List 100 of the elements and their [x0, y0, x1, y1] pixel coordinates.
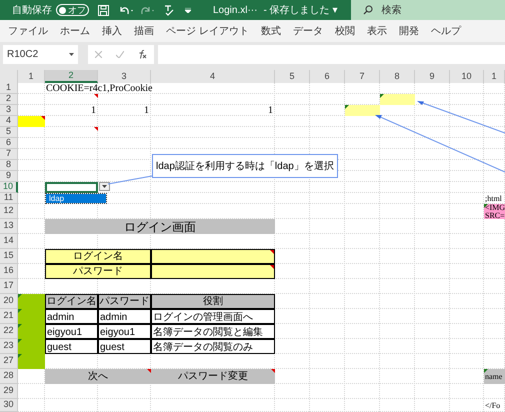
column-header[interactable]: 2: [45, 70, 98, 83]
column-header[interactable]: 10: [450, 70, 484, 83]
ribbon-tab[interactable]: 校閲: [334, 24, 355, 38]
sheet-cell[interactable]: [18, 294, 45, 309]
row-header[interactable]: 1: [0, 83, 18, 94]
column-header[interactable]: 8: [380, 70, 415, 83]
ribbon-tab[interactable]: 表示: [366, 24, 387, 38]
cell-text: name: [485, 372, 502, 380]
ribbon-tab[interactable]: 挿入: [102, 24, 122, 38]
row-header[interactable]: 15: [0, 249, 18, 264]
column-header[interactable]: 7: [345, 70, 380, 83]
check-icon[interactable]: [116, 51, 124, 58]
sheet-cell[interactable]: guest: [98, 339, 151, 354]
ribbon-tab[interactable]: 数式: [260, 24, 281, 38]
sheet-cell[interactable]: ログイン画面: [45, 219, 275, 234]
row-header[interactable]: 29: [0, 384, 18, 399]
ribbon-tab[interactable]: 開発: [398, 24, 419, 38]
sheet-cell[interactable]: ログイン名: [45, 249, 151, 264]
dropdown-button[interactable]: [99, 182, 110, 191]
row-header[interactable]: 12: [0, 204, 18, 219]
row-header[interactable]: 16: [0, 264, 18, 279]
cell-text: ログインの管理画面へ: [153, 313, 253, 323]
name-box[interactable]: R10C2: [3, 45, 78, 64]
sheet-cell[interactable]: eigyou1: [98, 324, 151, 339]
formula-input[interactable]: [158, 45, 505, 64]
sheet-cell[interactable]: パスワード: [45, 264, 151, 279]
ribbon-tab[interactable]: ページ レイアウト: [166, 24, 249, 38]
ribbon-tab[interactable]: ホーム: [60, 24, 90, 38]
sheet-cell[interactable]: 名簿データの閲覧のみ: [151, 339, 275, 354]
spelling-icon[interactable]: [164, 4, 175, 16]
dropdown-option[interactable]: ldap: [46, 194, 106, 203]
row-header[interactable]: 14: [0, 234, 18, 249]
selected-cell[interactable]: [45, 182, 98, 193]
ribbon-tab[interactable]: ファイル: [8, 24, 48, 38]
column-header[interactable]: 6: [310, 70, 345, 83]
column-header[interactable]: 3: [98, 70, 151, 83]
sheet-cell[interactable]: [18, 354, 45, 369]
cell-text: 次へ: [88, 372, 108, 382]
row-header[interactable]: 13: [0, 219, 18, 234]
column-header[interactable]: 5: [275, 70, 310, 83]
sheet-cell[interactable]: [151, 264, 275, 279]
row-header[interactable]: 21: [0, 309, 18, 324]
sheet-cell[interactable]: パスワード変更: [151, 369, 275, 384]
ribbon-tab[interactable]: 描画: [134, 24, 154, 38]
row-header[interactable]: 17: [0, 279, 18, 294]
row-header[interactable]: 23: [0, 339, 18, 354]
sheet-cell[interactable]: 次へ: [45, 369, 151, 384]
cell-text: eigyou1: [47, 328, 82, 338]
save-icon[interactable]: [98, 4, 109, 16]
column-header[interactable]: 4: [151, 70, 275, 83]
sheet-cell[interactable]: admin: [45, 309, 98, 324]
undo-icon[interactable]: [118, 4, 134, 16]
row-header[interactable]: 7: [0, 149, 18, 160]
row-header[interactable]: 9: [0, 171, 18, 182]
row-header[interactable]: 5: [0, 127, 18, 138]
cell-text: パスワード: [73, 266, 123, 276]
sheet-cell[interactable]: eigyou1: [45, 324, 98, 339]
sheet-cell[interactable]: admin: [98, 309, 151, 324]
sheet-cell[interactable]: 役割: [151, 294, 275, 309]
function-icon[interactable]: [138, 50, 147, 59]
ribbon-tab[interactable]: ヘルプ: [430, 24, 461, 38]
row-header[interactable]: 6: [0, 138, 18, 149]
ribbon-tab[interactable]: データ: [292, 24, 323, 38]
column-header[interactable]: 9: [415, 70, 450, 83]
customize-caret-icon[interactable]: [185, 8, 191, 12]
row-header[interactable]: 3: [0, 105, 18, 116]
sheet-cell[interactable]: guest: [45, 339, 98, 354]
cell-text: 名簿データの閲覧のみ: [153, 343, 253, 353]
cell-text: admin: [100, 313, 128, 323]
caret-icon: [69, 53, 74, 56]
sheet-cell[interactable]: <IMG SRC=: [484, 204, 505, 219]
sheet-cell[interactable]: [380, 94, 415, 105]
sheet-cell[interactable]: name: [484, 369, 505, 384]
cell-text: SRC=: [485, 212, 505, 220]
save-status-button[interactable]: - 保存しました ▾: [263, 2, 338, 18]
sheet-cell[interactable]: 名簿データの閲覧と編集: [151, 324, 275, 339]
row-header[interactable]: 27: [0, 354, 18, 369]
row-header[interactable]: 2: [0, 94, 18, 105]
row-header[interactable]: 30: [0, 399, 18, 412]
row-header[interactable]: 22: [0, 324, 18, 339]
caret-icon: [102, 185, 107, 188]
sheet-cell[interactable]: [151, 249, 275, 264]
cell-text: </Fo: [485, 402, 500, 410]
cell-text: guest: [47, 343, 72, 353]
sheet-cell[interactable]: [18, 116, 45, 127]
row-header[interactable]: 10: [0, 182, 18, 193]
cell-text: guest: [100, 343, 124, 353]
sheet-cell[interactable]: ログインの管理画面へ: [151, 309, 275, 324]
callout-text: ldap認証を利用する時は「ldap」を選択: [156, 160, 334, 174]
autosave-toggle[interactable]: オフ: [56, 4, 89, 16]
column-header[interactable]: 1: [484, 70, 505, 83]
row-header[interactable]: 8: [0, 160, 18, 171]
row-header[interactable]: 4: [0, 116, 18, 127]
row-header[interactable]: 11: [0, 193, 18, 204]
search-bar[interactable]: 検索: [351, 0, 505, 20]
row-header[interactable]: 28: [0, 369, 18, 384]
row-header[interactable]: 20: [0, 294, 18, 309]
sheet-cell[interactable]: [345, 105, 380, 116]
search-field[interactable]: 検索: [381, 2, 462, 18]
cell-text: 1: [144, 106, 149, 116]
